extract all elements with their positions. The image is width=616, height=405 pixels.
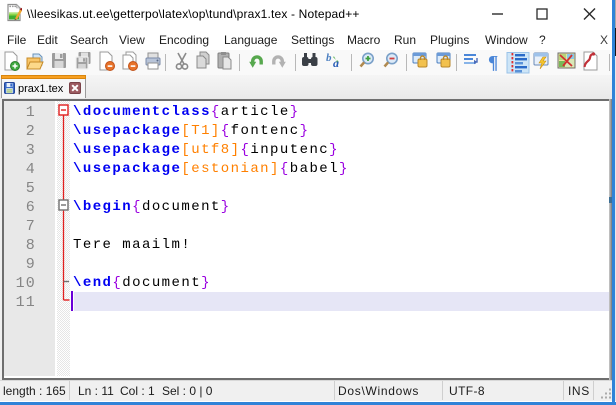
svg-text:b: b	[326, 52, 332, 64]
svg-text:a: a	[333, 56, 339, 70]
svg-text:¶: ¶	[488, 53, 498, 74]
